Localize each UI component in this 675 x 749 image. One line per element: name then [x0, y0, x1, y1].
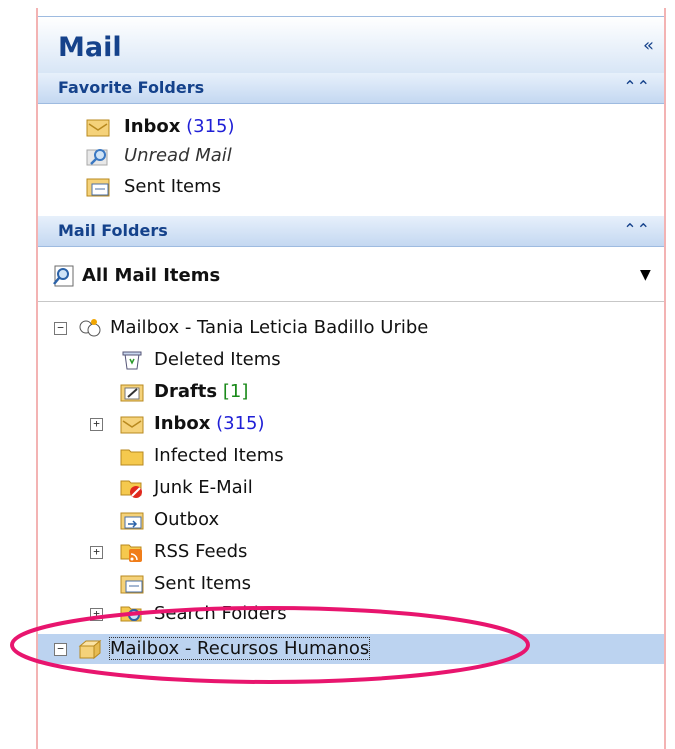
highlight-ellipse [10, 606, 530, 684]
